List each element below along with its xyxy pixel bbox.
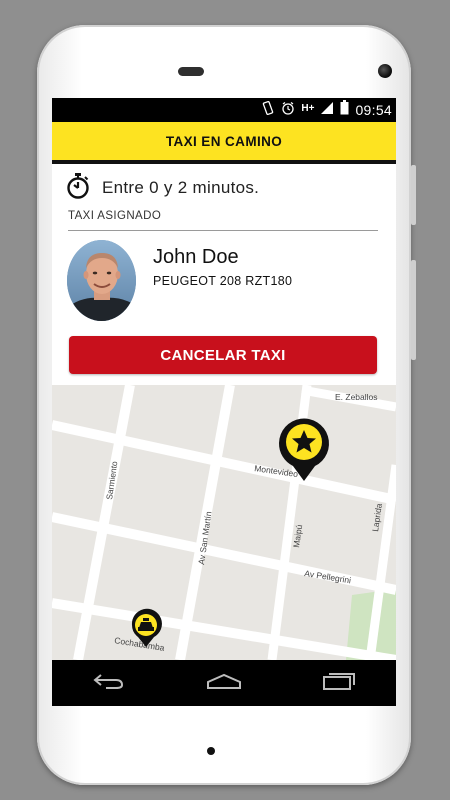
- app-screen: H+ 09:54 TAXI EN CAMINO Entre 0 y 2 minu…: [52, 98, 396, 706]
- home-icon: [206, 672, 242, 695]
- battery-icon: [340, 100, 349, 120]
- signal-icon: [320, 101, 334, 120]
- driver-avatar: [67, 240, 136, 321]
- home-dot: [207, 747, 215, 755]
- section-label: TAXI ASIGNADO: [68, 210, 162, 222]
- recent-apps-button[interactable]: [309, 663, 369, 703]
- navigation-bar: [52, 660, 396, 706]
- eta-text: Entre 0 y 2 minutos.: [102, 178, 260, 197]
- map-view[interactable]: E. Zeballos Montevideo Sarmiento Av San …: [52, 385, 396, 660]
- recent-apps-icon: [322, 671, 356, 696]
- back-icon: [92, 672, 126, 695]
- earpiece-speaker: [178, 67, 204, 76]
- driver-name: John Doe: [153, 246, 239, 268]
- street-label-zeballos: E. Zeballos: [335, 392, 378, 402]
- eta-row: Entre 0 y 2 minutos.: [66, 172, 260, 204]
- network-type: H+: [301, 102, 315, 114]
- status-bar: H+ 09:54: [52, 98, 396, 122]
- title-bar: TAXI EN CAMINO: [52, 122, 396, 164]
- back-button[interactable]: [79, 663, 139, 703]
- front-camera: [378, 64, 392, 78]
- cancel-taxi-button[interactable]: CANCELAR TAXI: [69, 336, 377, 374]
- alarm-icon: [281, 101, 295, 120]
- stopwatch-icon: [66, 172, 90, 204]
- driver-car: PEUGEOT 208 RZT180: [153, 274, 293, 288]
- status-time: 09:54: [355, 102, 392, 118]
- volume-button: [411, 260, 416, 360]
- vibrate-icon: [261, 100, 275, 120]
- section-divider: [68, 230, 378, 231]
- home-button[interactable]: [194, 663, 254, 703]
- power-button: [411, 165, 416, 225]
- page-title: TAXI EN CAMINO: [165, 133, 283, 149]
